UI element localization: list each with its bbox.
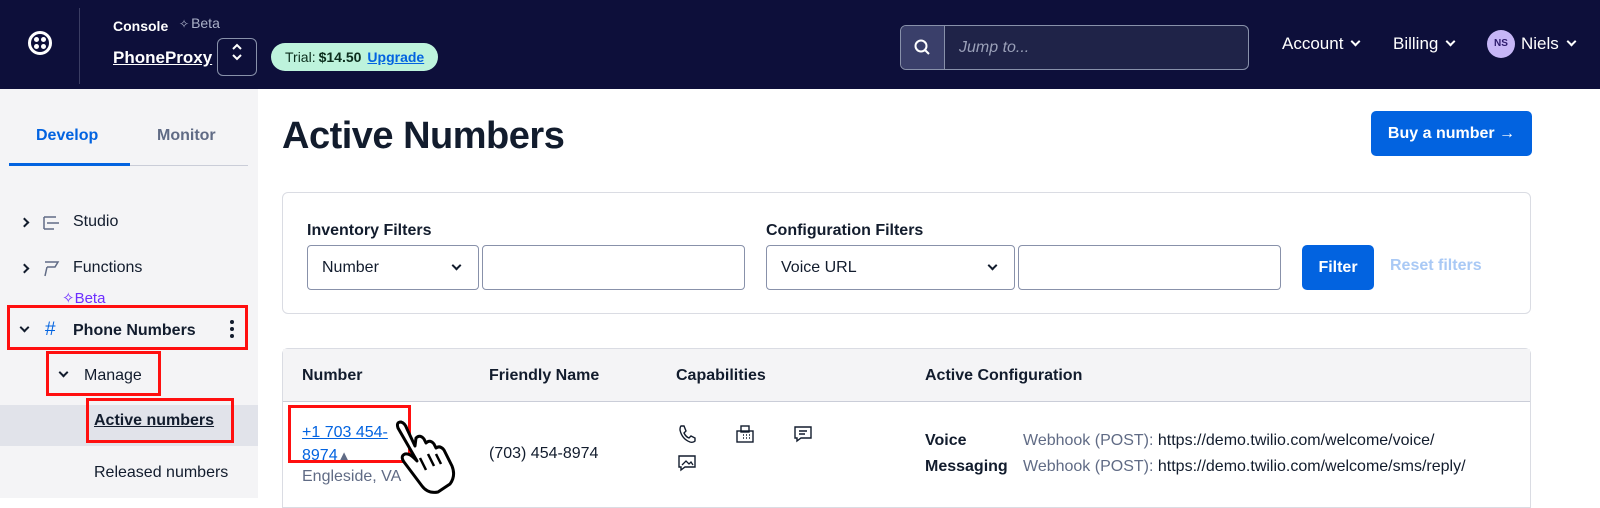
inventory-filter-input[interactable] <box>482 245 745 290</box>
reset-filters-link[interactable]: Reset filters <box>1390 257 1482 275</box>
column-header-active-configuration: Active Configuration <box>925 367 1083 384</box>
phone-icon <box>679 425 696 444</box>
sidebar-item-label: Functions <box>73 259 143 276</box>
beta-label: Beta <box>191 15 220 31</box>
chevron-down-icon <box>1445 36 1456 47</box>
chevron-right-icon <box>19 217 30 228</box>
voice-config-value: Webhook (POST): https://demo.twilio.com/… <box>1023 432 1434 450</box>
billing-label: Billing <box>1393 34 1439 53</box>
configuration-filters-label: Configuration Filters <box>766 222 924 239</box>
sidebar-item-functions[interactable]: Functions <box>0 258 258 282</box>
page-title: Active Numbers <box>282 115 565 157</box>
filters-panel: Inventory Filters Number Configuration F… <box>282 192 1531 314</box>
column-header-number[interactable]: Number <box>302 367 362 385</box>
messaging-config-value: Webhook (POST): https://demo.twilio.com/… <box>1023 458 1466 476</box>
trial-label: Trial: <box>285 49 316 65</box>
voice-url: https://demo.twilio.com/welcome/voice/ <box>1157 432 1435 449</box>
tab-develop[interactable]: Develop <box>36 127 98 145</box>
sidebar-item-label: Studio <box>73 213 119 230</box>
tab-monitor[interactable]: Monitor <box>157 127 216 145</box>
trial-amount: $14.50 <box>318 49 362 65</box>
functions-icon <box>44 261 60 277</box>
project-name-link[interactable]: PhoneProxy <box>113 48 212 68</box>
chevron-down-icon <box>1350 36 1361 47</box>
sparkle-icon: ✧ <box>179 17 190 31</box>
divider <box>79 8 80 84</box>
upgrade-link[interactable]: Upgrade <box>367 49 424 65</box>
account-menu[interactable]: Account <box>1282 34 1361 54</box>
billing-menu[interactable]: Billing <box>1393 34 1456 54</box>
chevron-down-icon <box>451 260 462 271</box>
buy-number-button[interactable]: Buy a number → <box>1371 111 1532 156</box>
column-header-capabilities: Capabilities <box>676 367 766 384</box>
mms-icon <box>678 455 696 472</box>
messaging-config-label: Messaging <box>925 458 1008 475</box>
chevron-down-icon <box>987 260 998 271</box>
messaging-url: https://demo.twilio.com/welcome/sms/repl… <box>1157 458 1466 475</box>
search-box <box>900 25 1249 70</box>
chevron-down-icon <box>1566 36 1577 47</box>
top-navigation-bar: Console ✧ Beta PhoneProxy Trial: $14.50 Upg… <box>0 0 1600 89</box>
filter-button[interactable]: Filter <box>1302 245 1374 290</box>
configuration-filter-input[interactable] <box>1018 245 1281 290</box>
messaging-method: Webhook (POST): <box>1023 458 1154 475</box>
search-input[interactable] <box>945 26 1248 69</box>
voice-method: Webhook (POST): <box>1023 432 1154 449</box>
search-icon[interactable] <box>901 26 945 69</box>
chevron-up-down-icon <box>232 43 242 61</box>
highlight-box <box>7 305 248 350</box>
configuration-filter-select[interactable]: Voice URL <box>766 245 1015 290</box>
inventory-filters-label: Inventory Filters <box>307 222 432 239</box>
beta-badge: ✧Beta <box>179 15 220 31</box>
active-tab-indicator <box>9 163 130 166</box>
studio-icon <box>43 216 59 230</box>
sidebar-item-released-numbers[interactable]: Released numbers <box>94 464 228 482</box>
hand-cursor-icon <box>395 420 456 494</box>
number-location: Engleside, VA <box>302 468 402 485</box>
select-value: Voice URL <box>781 259 857 276</box>
fax-icon <box>736 425 754 443</box>
trial-balance-badge: Trial: $14.50 Upgrade <box>271 43 439 71</box>
voice-config-label: Voice <box>925 432 967 449</box>
console-label: Console <box>113 18 169 34</box>
table-header: Number Friendly Name Capabilities Active… <box>283 349 1530 402</box>
sidebar-item-studio[interactable]: Studio <box>0 212 258 236</box>
avatar[interactable]: NS <box>1487 30 1515 58</box>
sidebar: Develop Monitor Studio Functions ✧Beta #… <box>0 89 258 498</box>
column-header-friendly-name[interactable]: Friendly Name <box>489 367 599 385</box>
chevron-right-icon <box>19 263 30 274</box>
numbers-table: Number Friendly Name Capabilities Active… <box>282 348 1531 508</box>
sms-icon <box>794 426 812 443</box>
highlight-box <box>46 351 161 396</box>
user-name: Niels <box>1521 34 1559 53</box>
friendly-name: (703) 454-8974 <box>489 445 599 462</box>
select-value: Number <box>322 259 379 276</box>
account-label: Account <box>1282 34 1344 53</box>
twilio-logo-icon[interactable] <box>28 31 52 55</box>
user-menu[interactable]: Niels <box>1521 34 1577 54</box>
inventory-filter-select[interactable]: Number <box>307 245 479 290</box>
highlight-box <box>86 398 234 443</box>
account-switcher-button[interactable] <box>217 38 257 76</box>
